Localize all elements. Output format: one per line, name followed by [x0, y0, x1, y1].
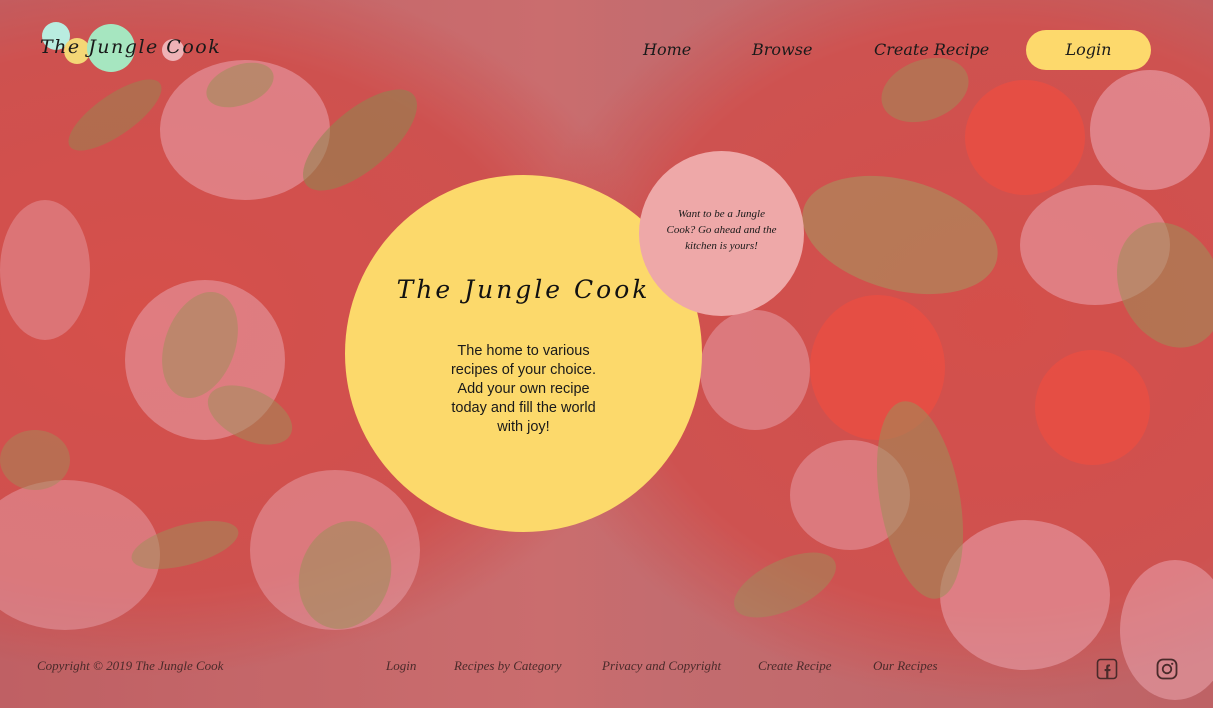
- nav-browse[interactable]: Browse: [752, 40, 812, 59]
- footer-link-our-recipes[interactable]: Our Recipes: [873, 658, 938, 674]
- facebook-icon[interactable]: [1096, 658, 1118, 680]
- footer-link-login[interactable]: Login: [386, 658, 416, 674]
- logo[interactable]: The Jungle Cook: [40, 22, 220, 74]
- nav-create-recipe[interactable]: Create Recipe: [874, 40, 989, 59]
- footer-link-privacy[interactable]: Privacy and Copyright: [602, 658, 721, 674]
- promo-text: Want to be a Jungle Cook? Go ahead and t…: [666, 208, 777, 252]
- instagram-icon[interactable]: [1156, 658, 1178, 680]
- hero-title: The Jungle Cook: [396, 275, 651, 304]
- hero-description: The home to various recipes of your choi…: [450, 343, 597, 435]
- promo-bubble[interactable]: Want to be a Jungle Cook? Go ahead and t…: [639, 151, 804, 316]
- copyright-text: Copyright © 2019 The Jungle Cook: [37, 658, 224, 673]
- login-button[interactable]: Login: [1026, 30, 1151, 70]
- logo-text: The Jungle Cook: [40, 36, 222, 58]
- footer: Copyright © 2019 The Jungle Cook Login R…: [0, 656, 1213, 686]
- footer-link-create-recipe[interactable]: Create Recipe: [758, 658, 832, 674]
- footer-link-recipes-by-category[interactable]: Recipes by Category: [454, 658, 562, 674]
- nav-home[interactable]: Home: [643, 40, 691, 59]
